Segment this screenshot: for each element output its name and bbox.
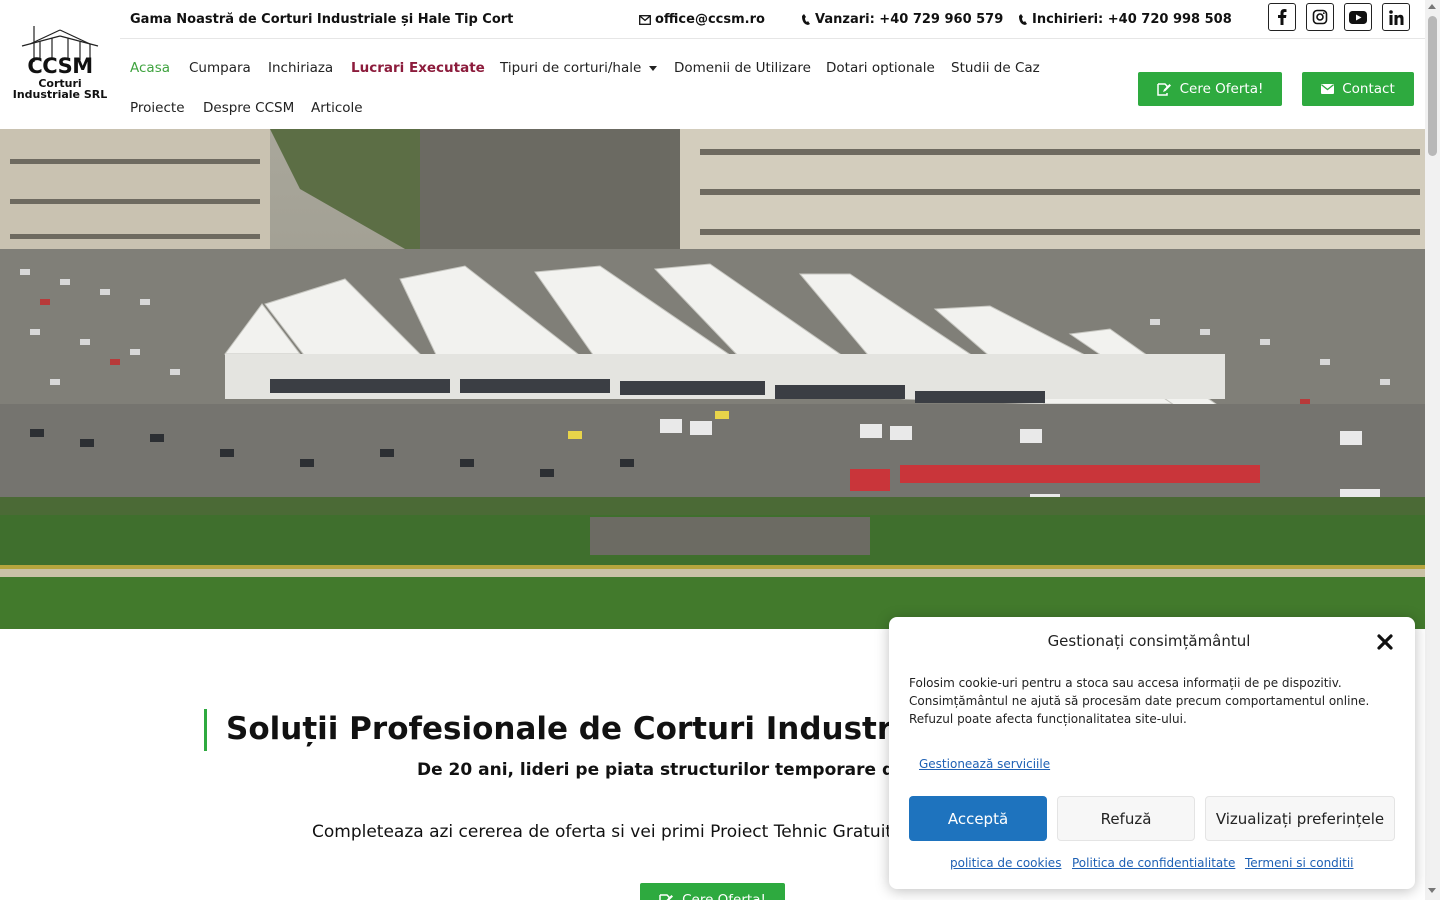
request-offer-button[interactable]: Cere Oferta! [640,883,785,900]
contact-button[interactable]: Contact [1302,72,1414,106]
edit-document-icon [659,893,674,900]
manage-services-link[interactable]: Gestionează serviciile [919,757,1050,771]
terms-link[interactable]: Termeni si conditii [1245,856,1354,870]
email-text: office@ccsm.ro [655,12,765,27]
privacy-policy-link[interactable]: Politica de confidentialitate [1072,856,1235,870]
section-text: Completeaza azi cererea de oferta si vei… [312,822,899,842]
linkedin-icon [1388,9,1403,25]
nav-item-despre-ccsm[interactable]: Despre CCSM [203,100,294,116]
scroll-up-icon[interactable] [1428,4,1436,9]
cookie-dialog-text: Folosim cookie-uri pentru a stoca sau ac… [909,676,1370,726]
sales-phone-text: Vanzari: +40 729 960 579 [815,12,1004,27]
logo[interactable]: CCSM Corturi Industriale SRL [10,24,110,104]
phone-icon [1019,14,1027,25]
envelope-icon [639,14,651,25]
cookie-consent-dialog: Gestionați consimțământul Folosim cookie… [889,617,1415,889]
facebook-icon [1278,9,1287,25]
phone-icon [802,14,810,25]
site-header: CCSM Corturi Industriale SRL Gama Noastr… [0,0,1425,129]
chevron-down-icon [649,65,658,71]
section-title: Soluții Profesionale de Corturi Industri… [226,711,956,747]
sales-phone-link[interactable]: Vanzari: +40 729 960 579 [801,12,1003,27]
nav-item-tipuri-corturi[interactable]: Tipuri de corturi/hale [500,60,658,76]
request-offer-label: Cere Oferta! [1179,81,1264,97]
nav-item-cumpara[interactable]: Cumpara [189,60,251,76]
hero-image [0,129,1425,629]
linkedin-link[interactable] [1382,3,1410,31]
contact-label: Contact [1342,81,1395,97]
email-link[interactable]: office@ccsm.ro [639,12,765,27]
nav-item-dotari-optionale[interactable]: Dotari optionale [826,60,935,76]
top-bar: Gama Noastră de Corturi Industriale și H… [120,0,1425,39]
facebook-link[interactable] [1268,3,1296,31]
cookie-dialog-title: Gestionați consimțământul [1047,632,1251,650]
nav-item-articole[interactable]: Articole [311,100,363,116]
logo-text: CCSM [27,54,93,78]
rental-phone-link[interactable]: Inchirieri: +40 720 998 508 [1018,12,1232,27]
rental-phone-text: Inchirieri: +40 720 998 508 [1032,12,1232,27]
refuse-button[interactable]: Refuză [1057,796,1195,841]
scroll-down-icon[interactable] [1428,888,1436,893]
request-offer-label: Cere Oferta! [682,892,766,900]
title-accent-bar [204,709,207,751]
accept-button[interactable]: Acceptă [909,796,1047,841]
request-offer-button[interactable]: Cere Oferta! [1138,72,1282,106]
youtube-link[interactable] [1344,3,1372,31]
envelope-icon [1321,84,1335,94]
edit-document-icon [1156,82,1171,96]
close-icon[interactable] [1376,633,1394,651]
nav-item-label: Tipuri de corturi/hale [500,60,642,76]
scrollbar-thumb[interactable] [1428,16,1437,156]
nav-item-domenii-utilizare[interactable]: Domenii de Utilizare [674,60,811,76]
youtube-icon [1349,10,1367,24]
nav-item-proiecte[interactable]: Proiecte [130,100,185,116]
nav-item-lucrari-executate[interactable]: Lucrari Executate [351,60,485,76]
nav-item-inchiriaza[interactable]: Inchiriaza [268,60,333,76]
logo-subtitle: Industriale SRL [12,88,108,101]
view-preferences-button[interactable]: Vizualizați preferințele [1205,796,1395,841]
instagram-icon [1312,9,1328,25]
nav-item-studii-caz[interactable]: Studii de Caz [951,60,1040,76]
industrial-tents-photo [0,129,1425,629]
cookie-policy-link[interactable]: politica de cookies [950,856,1061,870]
page-scrollbar[interactable] [1425,0,1440,900]
instagram-link[interactable] [1306,3,1334,31]
tagline: Gama Noastră de Corturi Industriale și H… [130,12,514,27]
nav-item-acasa[interactable]: Acasa [130,60,170,76]
